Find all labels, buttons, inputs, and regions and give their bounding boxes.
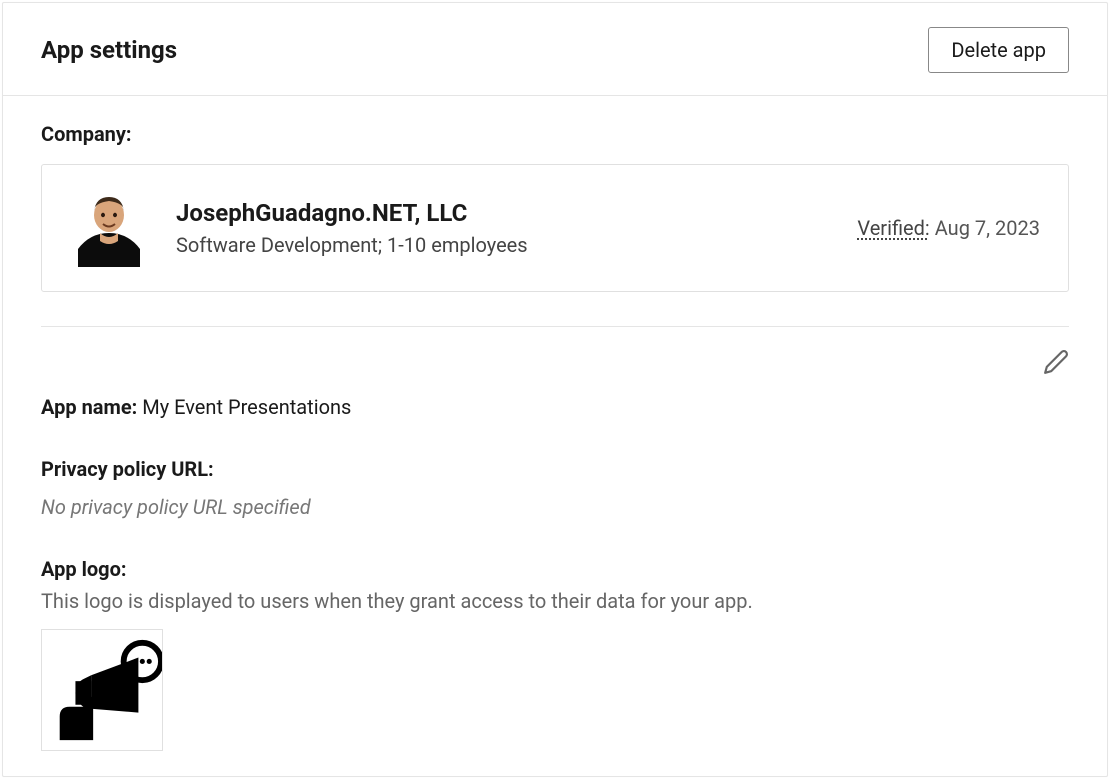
app-details: App name: My Event Presentations Privacy… [41, 327, 1069, 751]
privacy-policy-empty: No privacy policy URL specified [41, 495, 1069, 519]
company-description: Software Development; 1-10 employees [176, 233, 829, 257]
panel-content: Company: JosephGuadagno.NET, LLC Softwar… [3, 96, 1107, 771]
verified-date: Aug 7, 2023 [935, 216, 1040, 240]
verified-label: Verified: [857, 216, 929, 240]
company-label: Company: [41, 122, 1069, 146]
app-logo-row: App logo: [41, 557, 1069, 581]
company-card[interactable]: JosephGuadagno.NET, LLC Software Develop… [41, 164, 1069, 292]
app-name-value: My Event Presentations [142, 395, 351, 419]
app-name-row: App name: My Event Presentations [41, 395, 1069, 419]
company-avatar [70, 189, 148, 267]
app-logo-label: App logo: [41, 557, 127, 581]
privacy-policy-label: Privacy policy URL: [41, 457, 214, 481]
company-name: JosephGuadagno.NET, LLC [176, 199, 829, 227]
edit-icon[interactable] [1043, 349, 1069, 375]
panel-header: App settings Delete app [3, 3, 1107, 96]
company-verified: Verified: Aug 7, 2023 [857, 216, 1040, 240]
app-name-label: App name: [41, 395, 137, 419]
page-title: App settings [41, 36, 177, 64]
company-info: JosephGuadagno.NET, LLC Software Develop… [176, 199, 829, 257]
app-logo-helper: This logo is displayed to users when the… [41, 589, 1069, 613]
privacy-policy-row: Privacy policy URL: [41, 457, 1069, 481]
app-logo-preview [41, 629, 163, 751]
app-settings-panel: App settings Delete app Company: JosephG… [2, 2, 1108, 777]
delete-app-button[interactable]: Delete app [928, 27, 1069, 73]
